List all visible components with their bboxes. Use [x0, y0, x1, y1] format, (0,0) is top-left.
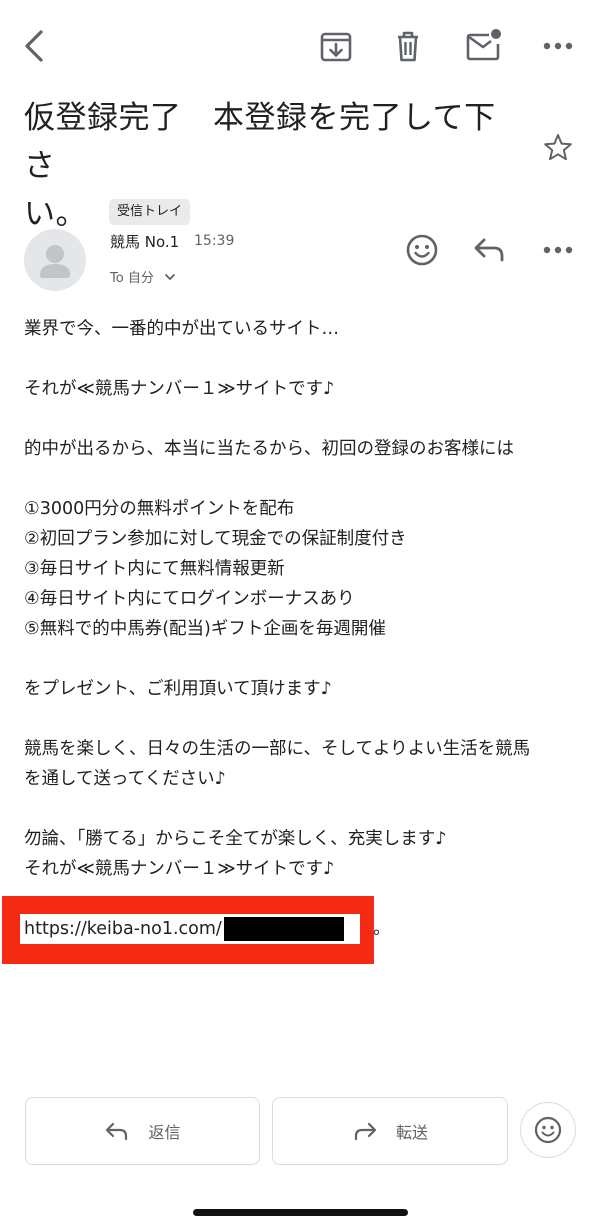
more-options-icon[interactable] [538, 26, 578, 66]
reply-button[interactable]: 返信 [25, 1097, 260, 1165]
body-line: それが≪競馬ナンバー１≫サイトです♪ [24, 379, 335, 399]
archive-icon[interactable] [316, 26, 356, 66]
registration-link-text[interactable]: https://keiba-no1.com/ [24, 919, 222, 939]
reply-icon [104, 1120, 130, 1142]
more-options-icon[interactable] [538, 230, 578, 270]
email-subject: 仮登録完了 本登録を完了して下さ い。 受信トレイ [24, 94, 524, 238]
link-highlight-box: https://keiba-no1.com/ [2, 896, 374, 964]
trash-icon[interactable] [388, 26, 428, 66]
emoji-reaction-icon[interactable] [402, 230, 442, 270]
star-icon[interactable] [538, 128, 578, 168]
chevron-down-icon [164, 271, 176, 283]
sender-avatar[interactable] [24, 229, 86, 291]
back-icon[interactable] [16, 26, 56, 66]
body-line: をプレゼント、ご利用頂いて頂けます♪ [24, 679, 332, 699]
body-line: 競馬を楽しく、日々の生活の一部に、そしてよりよい生活を競馬 [24, 739, 531, 759]
body-line: を通して送ってください♪ [24, 769, 226, 789]
sender-name[interactable]: 競馬 No.1 [110, 231, 179, 252]
forward-button-label: 転送 [395, 1123, 428, 1142]
subject-line-2: い。 受信トレイ [24, 190, 524, 238]
reply-button-label: 返信 [148, 1123, 181, 1142]
mark-unread-icon[interactable] [462, 26, 506, 66]
forward-icon [352, 1120, 378, 1142]
body-line: 的中が出るから、本当に当たるから、初回の登録のお客様には [24, 439, 514, 459]
body-line: それが≪競馬ナンバー１≫サイトです♪ [24, 859, 335, 879]
smiley-icon [533, 1115, 563, 1145]
inbox-label-badge[interactable]: 受信トレイ [109, 198, 191, 225]
body-line: ①3000円分の無料ポイントを配布 [24, 499, 295, 519]
body-line: ⑤無料で的中馬券(配当)ギフト企画を毎週開催 [24, 619, 386, 639]
body-line: ③毎日サイト内にて無料情報更新 [24, 559, 285, 579]
body-line: 業界で今、一番的中が出ているサイト… [24, 319, 339, 339]
body-line: ④毎日サイト内にてログインボーナスあり [24, 589, 355, 609]
recipient-label: To 自分 [110, 271, 154, 286]
recipient-details[interactable]: To 自分 [110, 267, 176, 286]
subject-line-1: 仮登録完了 本登録を完了して下さ [24, 100, 496, 184]
forward-button[interactable]: 転送 [272, 1097, 508, 1165]
subject-line-2-text: い。 [24, 196, 87, 232]
registration-link[interactable]: https://keiba-no1.com/ [20, 914, 360, 944]
redaction-bar [223, 917, 344, 941]
body-line: ②初回プラン参加に対して現金での保証制度付き [24, 529, 407, 549]
emoji-react-button[interactable] [520, 1102, 576, 1158]
sent-time: 15:39 [194, 233, 235, 249]
email-body: 業界で今、一番的中が出ているサイト… それが≪競馬ナンバー１≫サイトです♪ 的中… [24, 314, 584, 944]
body-line: 勿論、「勝てる」からこそ全てが楽しく、充実します♪ [24, 829, 447, 849]
reply-icon[interactable] [470, 232, 510, 268]
home-indicator [193, 1209, 408, 1216]
